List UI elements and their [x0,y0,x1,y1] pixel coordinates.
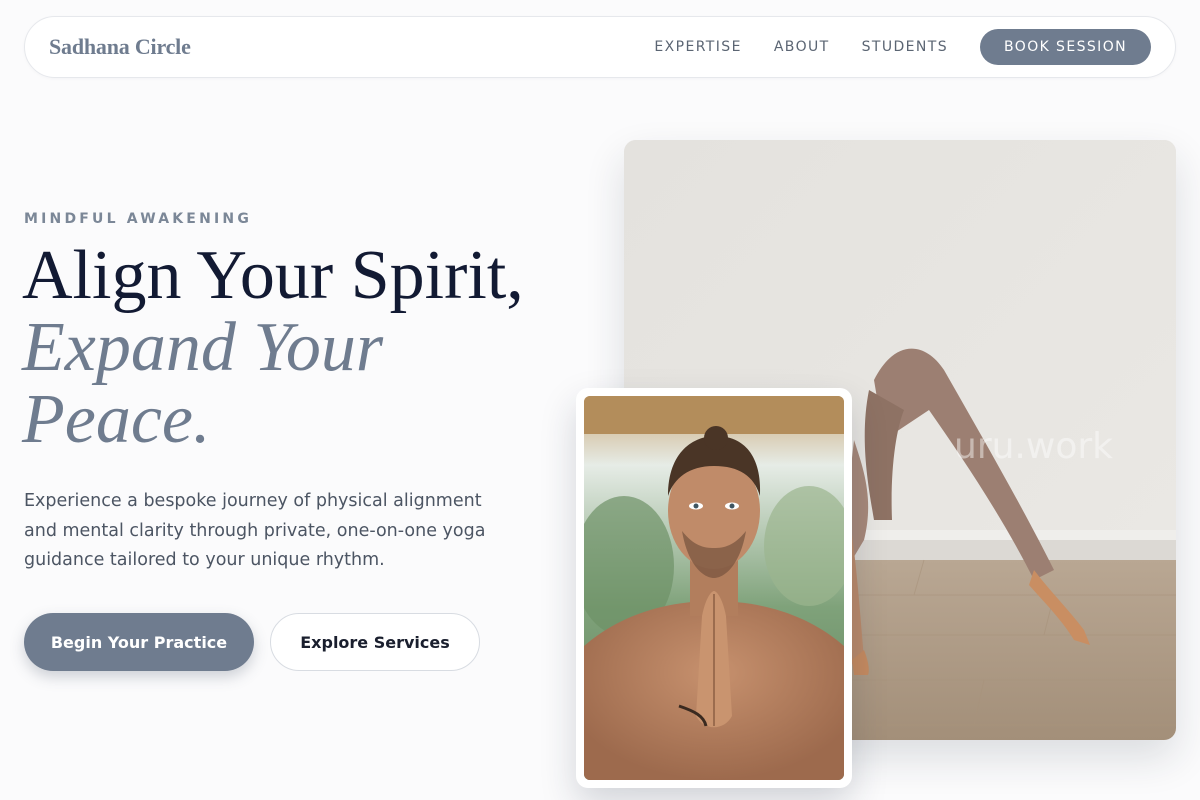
begin-practice-button[interactable]: Begin Your Practice [24,613,254,671]
hero-eyebrow: MINDFUL AWAKENING [24,211,253,227]
hero-headline: Align Your Spirit, Expand Your Peace. [22,240,524,456]
headline-accent: Expand Your Peace. [22,309,384,458]
top-navigation: Sadhana Circle EXPERTISE ABOUT STUDENTS … [24,16,1176,78]
nav-links: EXPERTISE ABOUT STUDENTS BOOK SESSION [654,29,1151,65]
watermark-text: uru.work [954,426,1113,467]
instructor-portrait-card [576,388,852,788]
explore-services-button[interactable]: Explore Services [270,613,480,671]
nav-link-expertise[interactable]: EXPERTISE [654,39,741,55]
logo[interactable]: Sadhana Circle [49,34,191,60]
headline-line1: Align Your Spirit, [22,237,524,314]
instructor-portrait-illustration [584,396,844,780]
book-session-button[interactable]: BOOK SESSION [980,29,1151,65]
hero-description: Experience a bespoke journey of physical… [24,491,486,570]
nav-link-students[interactable]: STUDENTS [862,39,948,55]
instructor-portrait-photo [584,396,844,780]
nav-link-about[interactable]: ABOUT [774,39,830,55]
